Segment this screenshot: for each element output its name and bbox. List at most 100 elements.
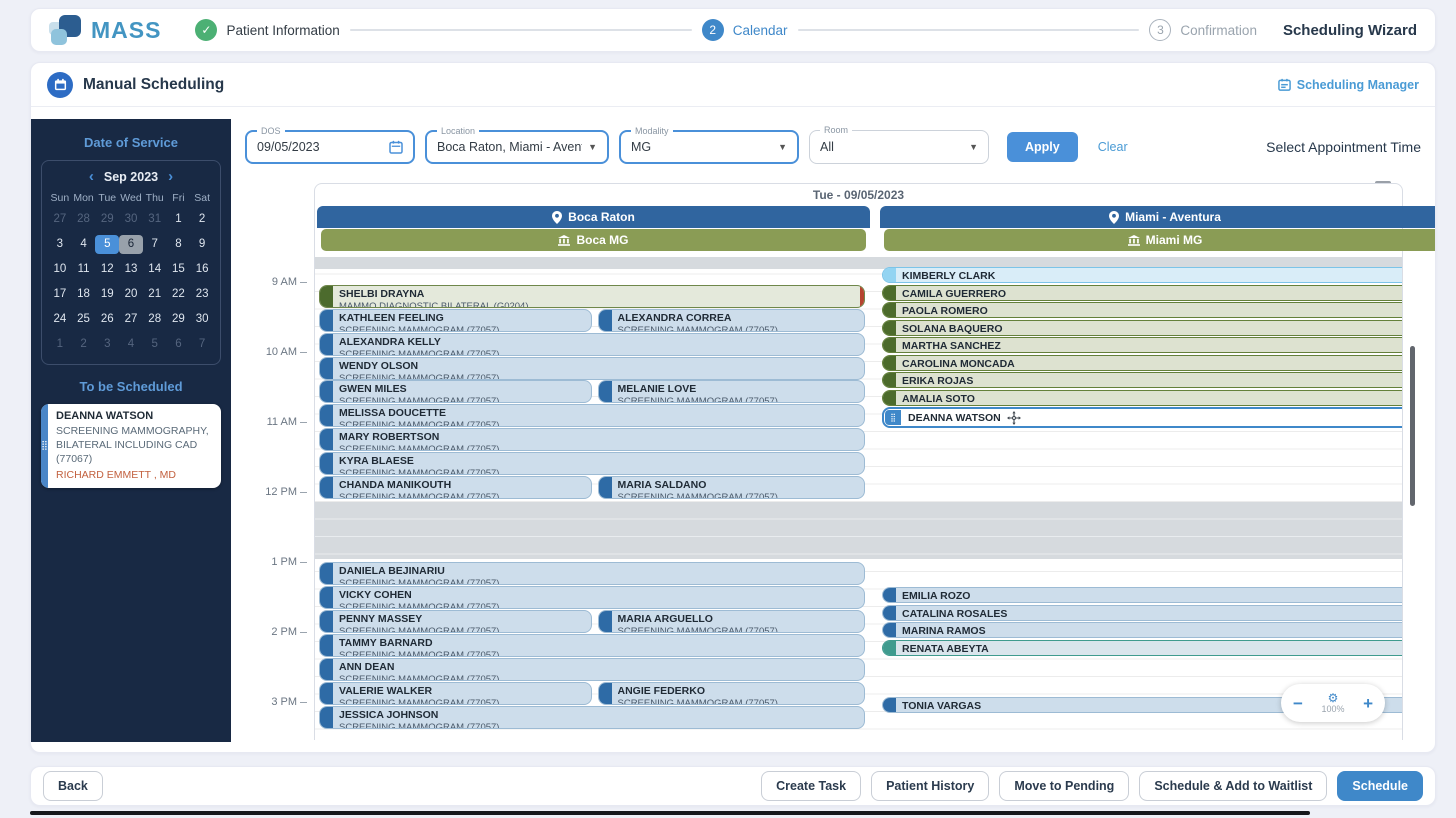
- calendar-day-15[interactable]: 15: [167, 260, 191, 279]
- appointment-card[interactable]: KIMBERLY CLARK: [882, 267, 1402, 283]
- appointment-card[interactable]: MARINA RAMOS: [882, 622, 1402, 638]
- step-calendar[interactable]: 2 Calendar: [702, 19, 788, 41]
- appointment-card[interactable]: MELANIE LOVESCREENING MAMMOGRAM (77057): [598, 380, 866, 403]
- calendar-day-16[interactable]: 16: [190, 260, 214, 279]
- scheduling-manager-link[interactable]: Scheduling Manager: [1278, 78, 1419, 92]
- calendar-day-17[interactable]: 17: [48, 285, 72, 304]
- appointment-card[interactable]: MARY ROBERTSONSCREENING MAMMOGRAM (77057…: [319, 428, 865, 451]
- calendar-next-icon[interactable]: ›: [168, 169, 173, 184]
- appointment-card[interactable]: CHANDA MANIKOUTHSCREENING MAMMOGRAM (770…: [319, 476, 592, 499]
- move-to-pending-button[interactable]: Move to Pending: [999, 771, 1129, 801]
- calendar-day-6[interactable]: 6: [167, 335, 191, 354]
- calendar-day-27[interactable]: 27: [119, 310, 143, 329]
- room-select[interactable]: Room All ▼: [809, 130, 989, 164]
- appointment-card[interactable]: GWEN MILESSCREENING MAMMOGRAM (77057): [319, 380, 592, 403]
- calendar-day-2[interactable]: 2: [72, 335, 96, 354]
- appointment-card[interactable]: SOLANA BAQUERO: [882, 320, 1402, 336]
- vertical-scrollbar[interactable]: [1410, 346, 1415, 506]
- calendar-day-30[interactable]: 30: [119, 210, 143, 229]
- calendar-day-3[interactable]: 3: [95, 335, 119, 354]
- calendar-day-22[interactable]: 22: [167, 285, 191, 304]
- calendar-prev-icon[interactable]: ‹: [89, 169, 94, 184]
- appointment-card[interactable]: DANIELA BEJINARIUSCREENING MAMMOGRAM (77…: [319, 562, 865, 585]
- calendar-day-28[interactable]: 28: [72, 210, 96, 229]
- appointment-card[interactable]: MELISSA DOUCETTESCREENING MAMMOGRAM (770…: [319, 404, 865, 427]
- calendar-day-24[interactable]: 24: [48, 310, 72, 329]
- calendar-day-31[interactable]: 31: [143, 210, 167, 229]
- calendar-day-20[interactable]: 20: [119, 285, 143, 304]
- calendar-day-6[interactable]: 6: [119, 235, 143, 254]
- step-patient-information[interactable]: ✓ Patient Information: [195, 19, 339, 41]
- appointment-card[interactable]: EMILIA ROZO: [882, 587, 1402, 603]
- calendar-day-29[interactable]: 29: [95, 210, 119, 229]
- apply-button[interactable]: Apply: [1007, 132, 1078, 162]
- location-select[interactable]: Location Boca Raton, Miami - Aventura ▼: [425, 130, 609, 164]
- modality-select[interactable]: Modality MG ▼: [619, 130, 799, 164]
- calendar-day-29[interactable]: 29: [167, 310, 191, 329]
- appointment-card[interactable]: MARIA SALDANOSCREENING MAMMOGRAM (77057): [598, 476, 866, 499]
- appointment-card[interactable]: TAMMY BARNARDSCREENING MAMMOGRAM (77057): [319, 634, 865, 657]
- calendar-day-7[interactable]: 7: [190, 335, 214, 354]
- clear-link[interactable]: Clear: [1098, 140, 1128, 154]
- calendar-day-25[interactable]: 25: [72, 310, 96, 329]
- appointment-card[interactable]: ERIKA ROJAS: [882, 372, 1402, 388]
- calendar-day-4[interactable]: 4: [72, 235, 96, 254]
- appointment-card[interactable]: SHELBI DRAYNAMAMMO DIAGNOSTIC BILATERAL …: [319, 285, 865, 308]
- calendar-day-10[interactable]: 10: [48, 260, 72, 279]
- calendar-day-30[interactable]: 30: [190, 310, 214, 329]
- step-confirmation[interactable]: 3 Confirmation: [1149, 19, 1257, 41]
- drag-handle-icon[interactable]: ⣿: [41, 404, 48, 488]
- appointment-card[interactable]: VALERIE WALKERSCREENING MAMMOGRAM (77057…: [319, 682, 592, 705]
- calendar-day-12[interactable]: 12: [95, 260, 119, 279]
- calendar-day-5[interactable]: 5: [95, 235, 119, 254]
- appointment-card[interactable]: CAMILA GUERRERO: [882, 285, 1402, 301]
- appointment-card[interactable]: CAROLINA MONCADA: [882, 355, 1402, 371]
- calendar-day-3[interactable]: 3: [48, 235, 72, 254]
- calendar-day-1[interactable]: 1: [167, 210, 191, 229]
- create-task-button[interactable]: Create Task: [761, 771, 861, 801]
- calendar-day-8[interactable]: 8: [167, 235, 191, 254]
- drag-handle-icon[interactable]: ⣿: [885, 410, 901, 425]
- calendar-day-21[interactable]: 21: [143, 285, 167, 304]
- back-button[interactable]: Back: [43, 771, 103, 801]
- calendar-day-13[interactable]: 13: [119, 260, 143, 279]
- calendar-day-1[interactable]: 1: [48, 335, 72, 354]
- appointment-card[interactable]: ANN DEANSCREENING MAMMOGRAM (77057): [319, 658, 865, 681]
- calendar-day-5[interactable]: 5: [143, 335, 167, 354]
- appointment-card[interactable]: ANGIE FEDERKOSCREENING MAMMOGRAM (77057): [598, 682, 866, 705]
- appointment-card[interactable]: KYRA BLAESESCREENING MAMMOGRAM (77057): [319, 452, 865, 475]
- calendar-day-4[interactable]: 4: [119, 335, 143, 354]
- appointment-card[interactable]: ALEXANDRA CORREASCREENING MAMMOGRAM (770…: [598, 309, 866, 332]
- appointment-card[interactable]: PAOLA ROMERO: [882, 302, 1402, 318]
- zoom-out-button[interactable]: −: [1293, 695, 1303, 712]
- appointment-card[interactable]: ALEXANDRA KELLYSCREENING MAMMOGRAM (7705…: [319, 333, 865, 356]
- calendar-day-9[interactable]: 9: [190, 235, 214, 254]
- calendar-day-19[interactable]: 19: [95, 285, 119, 304]
- appointment-card[interactable]: VICKY COHENSCREENING MAMMOGRAM (77057): [319, 586, 865, 609]
- appointment-card[interactable]: RENATA ABEYTA: [882, 640, 1402, 656]
- calendar-day-23[interactable]: 23: [190, 285, 214, 304]
- calendar-day-2[interactable]: 2: [190, 210, 214, 229]
- calendar-day-27[interactable]: 27: [48, 210, 72, 229]
- dos-field[interactable]: DOS 09/05/2023: [245, 130, 415, 164]
- schedule-add-to-waitlist-button[interactable]: Schedule & Add to Waitlist: [1139, 771, 1327, 801]
- zoom-in-button[interactable]: +: [1363, 695, 1373, 712]
- patient-history-button[interactable]: Patient History: [871, 771, 989, 801]
- calendar-day-26[interactable]: 26: [95, 310, 119, 329]
- schedule-button[interactable]: Schedule: [1337, 771, 1423, 801]
- appointment-card[interactable]: KATHLEEN FEELINGSCREENING MAMMOGRAM (770…: [319, 309, 592, 332]
- appointment-card[interactable]: AMALIA SOTO: [882, 390, 1402, 406]
- to-be-scheduled-patient-card[interactable]: ⣿ DEANNA WATSON SCREENING MAMMOGRAPHY, B…: [41, 404, 221, 488]
- calendar-icon[interactable]: [389, 140, 403, 154]
- calendar-day-11[interactable]: 11: [72, 260, 96, 279]
- appointment-card[interactable]: PENNY MASSEYSCREENING MAMMOGRAM (77057): [319, 610, 592, 633]
- calendar-day-28[interactable]: 28: [143, 310, 167, 329]
- appointment-card[interactable]: MARTHA SANCHEZ: [882, 337, 1402, 353]
- appointment-card[interactable]: JESSICA JOHNSONSCREENING MAMMOGRAM (7705…: [319, 706, 865, 729]
- zoom-settings[interactable]: ⚙ 100%: [1321, 692, 1344, 714]
- gear-icon[interactable]: ⚙: [1328, 692, 1339, 704]
- calendar-day-7[interactable]: 7: [143, 235, 167, 254]
- appointment-card[interactable]: WENDY OLSONSCREENING MAMMOGRAM (77057): [319, 357, 865, 380]
- appointment-card[interactable]: CATALINA ROSALES: [882, 605, 1402, 621]
- calendar-day-18[interactable]: 18: [72, 285, 96, 304]
